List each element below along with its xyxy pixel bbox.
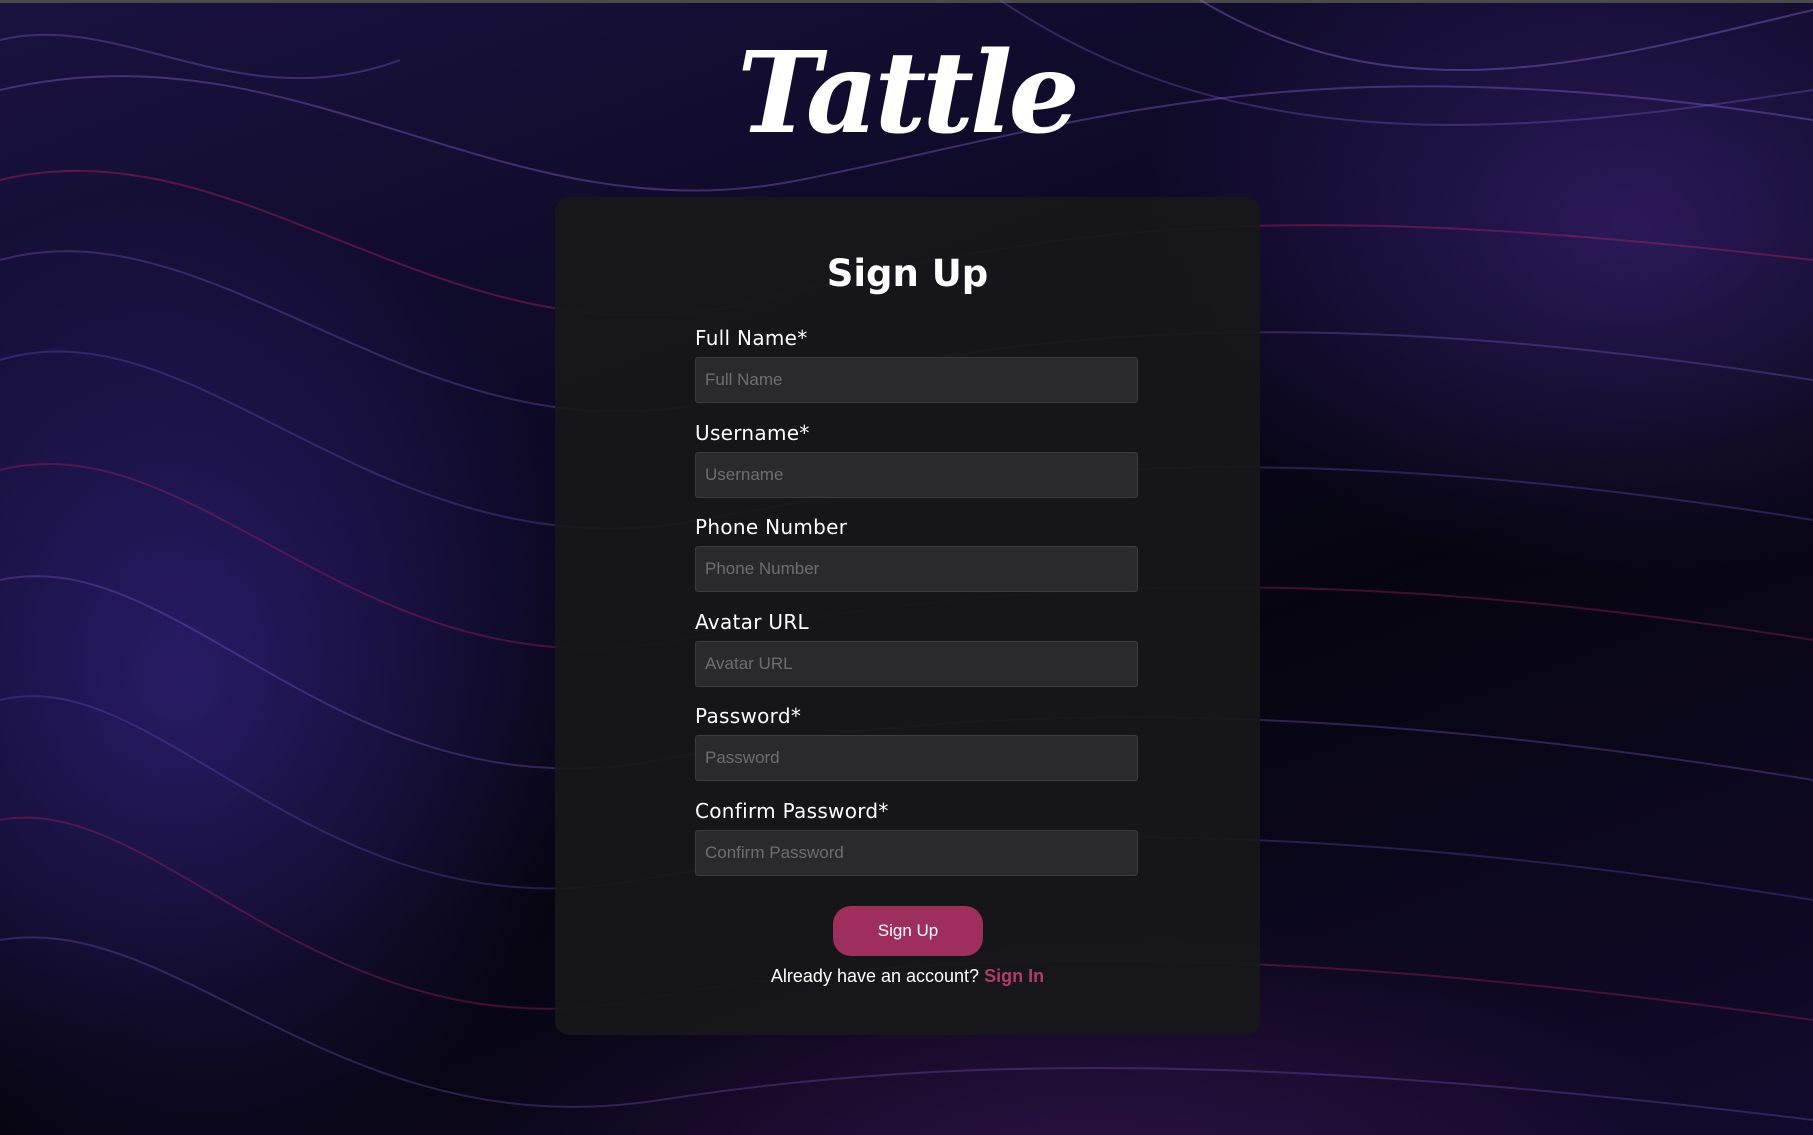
- sign-in-link[interactable]: Sign In: [984, 966, 1044, 986]
- full-name-input[interactable]: [695, 357, 1138, 403]
- phone-number-field: Phone Number: [695, 512, 1138, 607]
- brand-logo: Tattle: [737, 28, 1079, 159]
- form-title: Sign Up: [826, 252, 989, 295]
- avatar-url-input[interactable]: [695, 640, 1138, 687]
- signup-form: Full Name* Username* Phone Number Avatar…: [695, 323, 1138, 890]
- username-label: Username*: [695, 420, 810, 445]
- password-label: Password*: [695, 704, 802, 728]
- full-name-label: Full Name*: [695, 326, 808, 350]
- confirm-password-label: Confirm Password*: [695, 798, 889, 823]
- signin-prompt: Already have an account? Sign In: [555, 966, 1260, 987]
- full-name-field: Full Name*: [695, 323, 1138, 418]
- phone-number-input[interactable]: [695, 546, 1138, 592]
- password-field: Password*: [695, 701, 1138, 796]
- sign-up-button[interactable]: Sign Up: [833, 906, 983, 956]
- phone-number-label: Phone Number: [695, 515, 848, 539]
- avatar-url-field: Avatar URL: [695, 607, 1138, 702]
- confirm-password-input[interactable]: [695, 829, 1138, 876]
- password-input[interactable]: [695, 735, 1138, 781]
- avatar-url-label: Avatar URL: [695, 609, 809, 634]
- signin-prompt-text: Already have an account?: [770, 966, 980, 986]
- username-input[interactable]: [695, 451, 1138, 498]
- username-field: Username*: [695, 418, 1138, 513]
- confirm-password-field: Confirm Password*: [695, 796, 1138, 891]
